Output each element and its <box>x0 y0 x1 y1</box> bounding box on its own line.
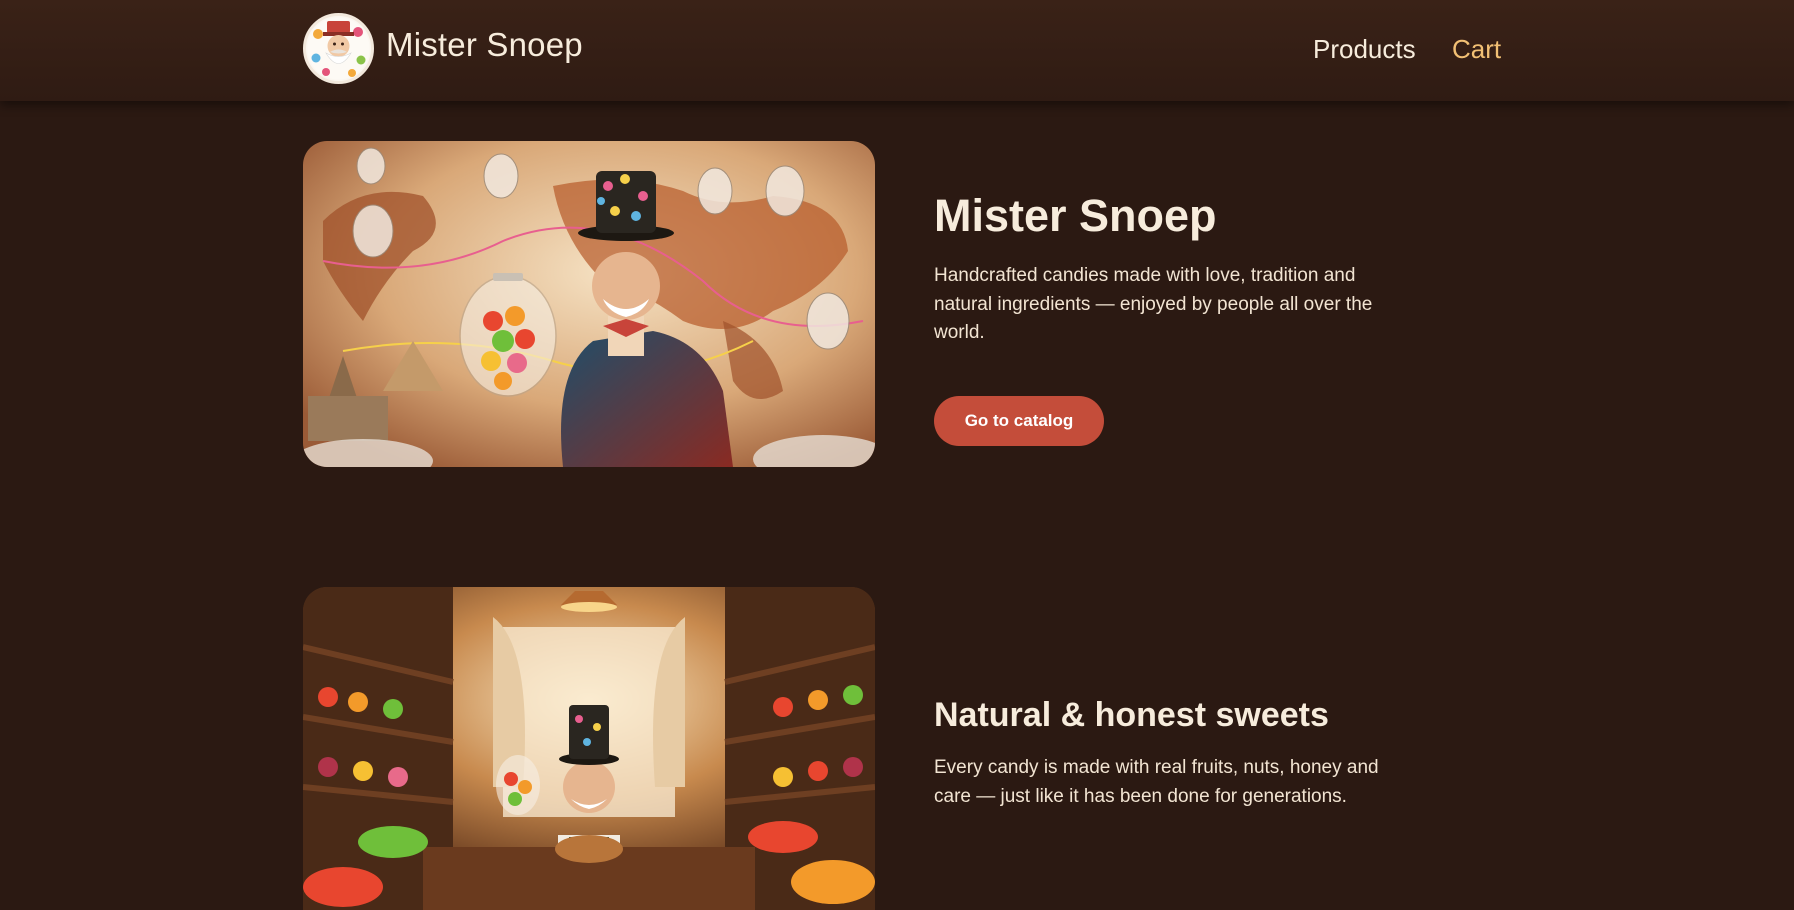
hero-description: Handcrafted candies made with love, trad… <box>934 265 1373 343</box>
brand-name[interactable]: Mister Snoep <box>386 26 583 64</box>
candy-man-logo-icon[interactable] <box>303 13 374 84</box>
about-description: Every candy is made with real fruits, nu… <box>934 757 1379 807</box>
go-to-catalog-button[interactable]: Go to catalog <box>934 396 1104 446</box>
candy-shop-image <box>303 587 875 910</box>
about-title: Natural & honest sweets <box>934 696 1329 734</box>
hero-title: Mister Snoep <box>934 190 1217 241</box>
nav-cart-link[interactable]: Cart <box>1452 34 1501 65</box>
nav-products-link[interactable]: Products <box>1313 34 1416 65</box>
candy-man-world-map-image <box>303 141 875 467</box>
site-header: Mister Snoep Products Cart <box>0 0 1794 101</box>
